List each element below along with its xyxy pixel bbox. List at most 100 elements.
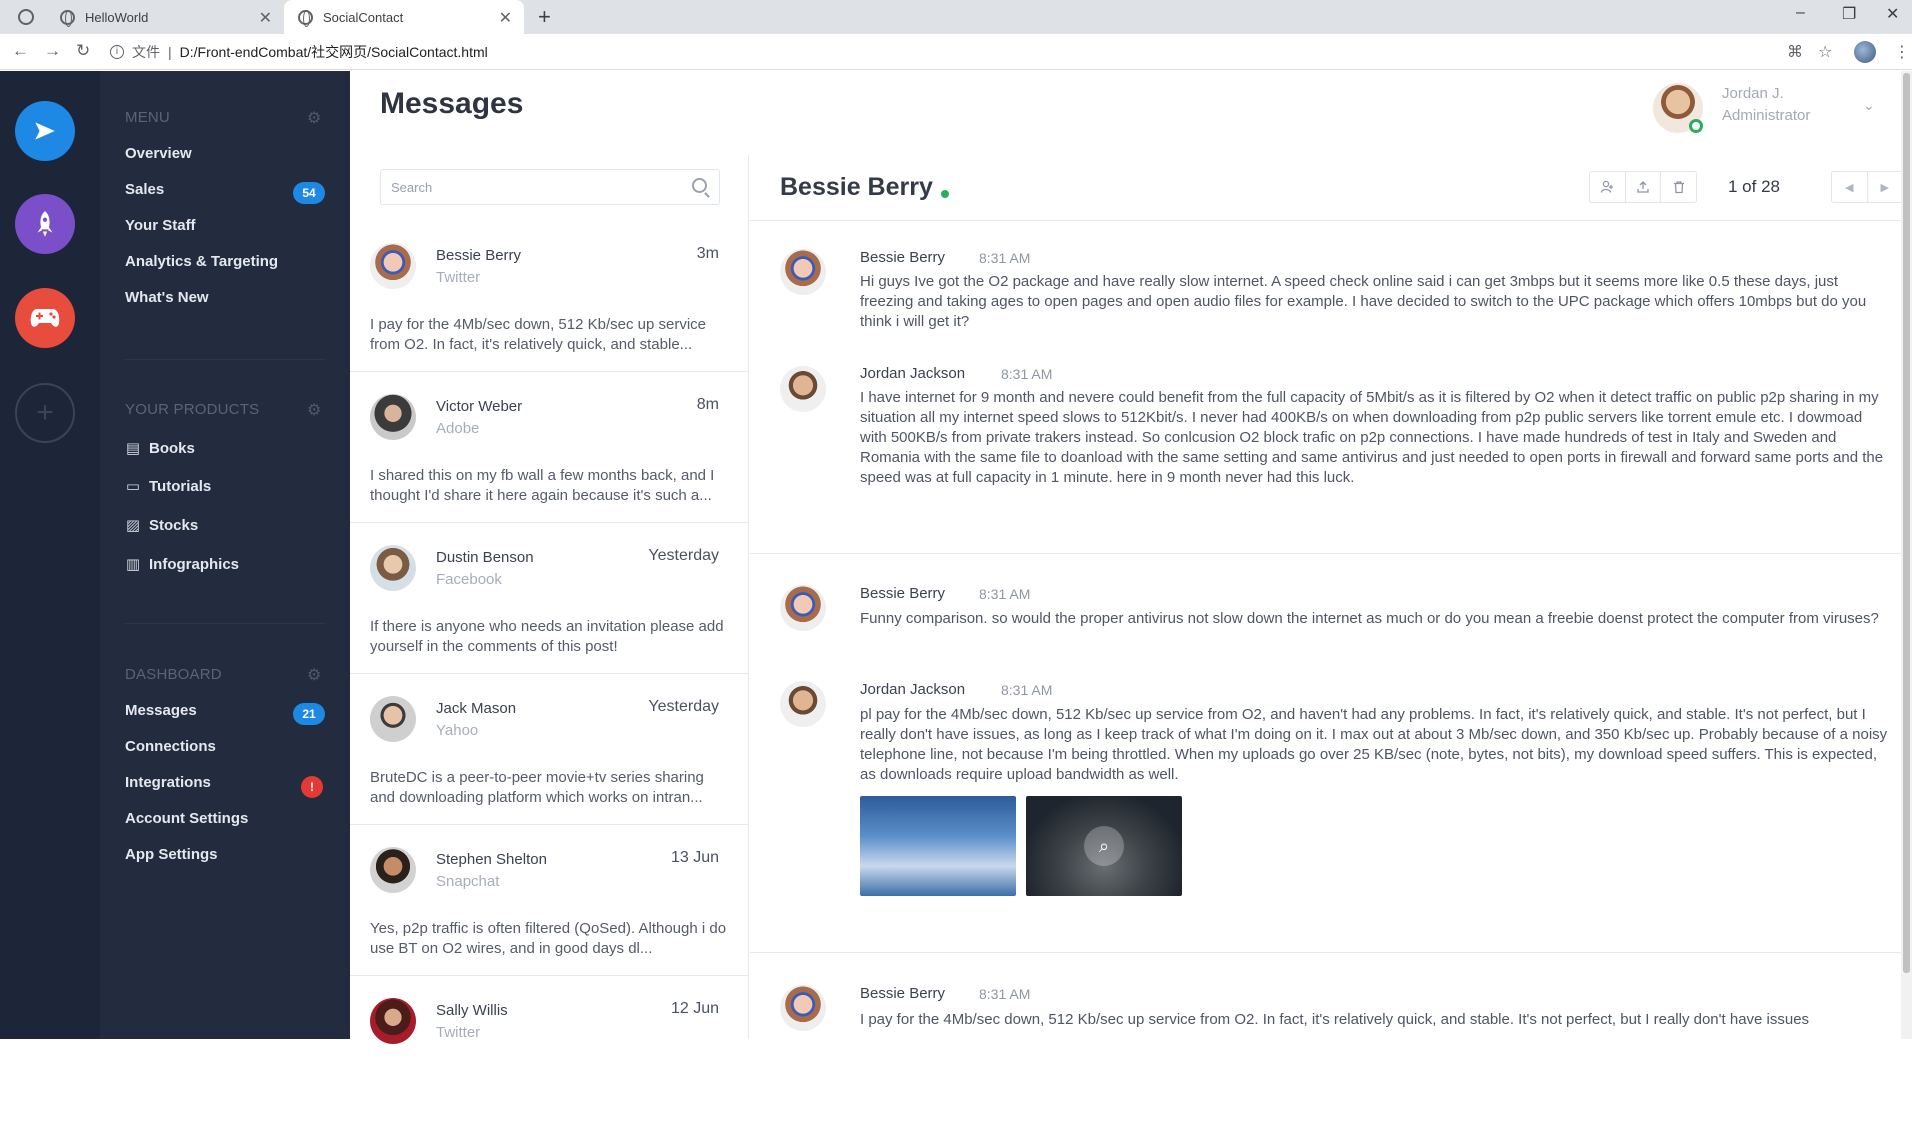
sidebar-item-label: What's New	[125, 289, 209, 306]
list-item[interactable]: Jack Mason Yahoo Yesterday BruteDC is a …	[350, 674, 749, 825]
forward-arrow-icon[interactable]: →	[44, 41, 61, 61]
sidebar-item-app-settings[interactable]: App Settings	[125, 846, 218, 863]
browser-menu-icon[interactable]	[18, 9, 34, 25]
list-item[interactable]: Sally Willis Twitter 12 Jun	[350, 976, 749, 1127]
gear-icon[interactable]: ⚙	[307, 665, 321, 685]
reload-icon[interactable]: ↻	[76, 41, 90, 61]
plus-icon[interactable]: +	[15, 383, 75, 443]
info-icon[interactable]: i	[110, 45, 124, 59]
message-time: 13 Jun	[670, 849, 719, 866]
gamepad-icon[interactable]	[15, 288, 75, 348]
browser-tab-helloworld[interactable]: HelloWorld ✕	[46, 0, 284, 34]
sidebar-item-label: Account Settings	[125, 810, 249, 827]
sidebar-item-infographics[interactable]: ▥ Infographics	[125, 555, 239, 574]
message-time: Yesterday	[648, 698, 719, 715]
rocket-icon[interactable]	[15, 194, 75, 254]
gear-icon[interactable]: ⚙	[307, 108, 321, 128]
sidebar-item-connections[interactable]: Connections	[125, 738, 216, 755]
globe-icon	[298, 9, 313, 27]
post-time: 8:31 AM	[979, 250, 1031, 266]
send-icon[interactable]	[15, 101, 75, 161]
messages-count-badge: 21	[293, 703, 325, 725]
restore-button[interactable]: ❐	[1842, 4, 1856, 24]
sender-name: Dustin Benson	[436, 549, 534, 566]
more-options-icon[interactable]: ⋮	[1894, 42, 1910, 62]
sidebar-item-stocks[interactable]: ▨ Stocks	[125, 516, 199, 535]
attachment-image[interactable]	[860, 796, 1016, 896]
message-preview: If there is anyone who needs an invitati…	[370, 618, 724, 655]
sidebar-item-integrations[interactable]: Integrations	[125, 774, 211, 791]
user-menu[interactable]: Jordan J. Administrator ⌄	[1653, 83, 1883, 139]
list-item[interactable]: Dustin Benson Facebook Yesterday If ther…	[350, 523, 749, 674]
globe-icon	[60, 9, 75, 27]
window-close-button[interactable]: ✕	[1886, 4, 1899, 24]
upload-icon[interactable]	[1626, 172, 1662, 202]
sidebar-item-account-settings[interactable]: Account Settings	[125, 810, 248, 827]
list-item[interactable]: Bessie Berry Twitter 3m I pay for the 4M…	[350, 221, 749, 372]
app: + MENU ⚙ Overview Sales 54 Your Staff An…	[0, 71, 1912, 1044]
sidebar-item-whats-new[interactable]: What's New	[125, 289, 209, 306]
post-text: I pay for the 4Mb/sec down, 512 Kb/sec u…	[860, 1011, 1810, 1028]
video-icon: ▭	[125, 478, 141, 495]
online-status-dot	[1689, 119, 1703, 133]
bar-chart-icon: ▥	[125, 556, 141, 573]
sidebar-item-your-staff[interactable]: Your Staff	[125, 217, 196, 234]
sidebar-item-sales[interactable]: Sales	[125, 181, 164, 198]
online-status-dot	[941, 190, 949, 198]
scrollbar-thumb[interactable]	[1903, 73, 1910, 973]
url-separator: |	[168, 44, 172, 60]
post-author: Bessie Berry	[860, 585, 946, 602]
message-time: 8m	[696, 396, 719, 413]
url-field[interactable]: i 文件 | D:/Front-endCombat/社交网页/SocialCon…	[110, 39, 1652, 65]
sidebar-item-messages[interactable]: Messages	[125, 702, 197, 719]
chevron-down-icon[interactable]: ⌄	[1863, 97, 1875, 114]
page-counter: 1 of 28	[1728, 177, 1780, 196]
scrollbar[interactable]	[1901, 71, 1912, 1039]
translate-icon[interactable]: ⌘	[1787, 42, 1803, 62]
avatar	[370, 545, 416, 591]
message-time: 12 Jun	[670, 1000, 719, 1017]
chevron-left-icon[interactable]: ◀	[1832, 172, 1868, 202]
sidebar-item-overview[interactable]: Overview	[125, 145, 192, 162]
avatar	[370, 847, 416, 893]
bookmark-star-icon[interactable]: ☆	[1818, 42, 1832, 62]
sidebar-item-label: Messages	[125, 702, 197, 719]
avatar	[780, 985, 826, 1031]
profile-avatar[interactable]	[1854, 41, 1876, 63]
sidebar-item-label: Books	[149, 439, 195, 457]
sender-name: Stephen Shelton	[436, 851, 547, 868]
post-divider	[750, 553, 1912, 554]
minimize-button[interactable]: –	[1796, 4, 1805, 22]
close-icon[interactable]: ✕	[259, 8, 272, 28]
products-section-title: YOUR PRODUCTS	[125, 401, 260, 418]
list-item[interactable]: Victor Weber Adobe 8m I shared this on m…	[350, 372, 749, 523]
chevron-right-icon[interactable]: ▶	[1868, 172, 1903, 202]
gear-icon[interactable]: ⚙	[307, 400, 321, 420]
close-icon[interactable]: ✕	[499, 8, 512, 28]
sidebar-item-books[interactable]: ▤ Books	[125, 439, 195, 458]
sender-name: Victor Weber	[436, 398, 523, 415]
search-icon[interactable]	[692, 178, 707, 193]
address-bar: ← → ↻ i 文件 | D:/Front-endCombat/社交网页/Soc…	[0, 34, 1912, 70]
sender-name: Bessie Berry	[436, 247, 522, 264]
trash-icon[interactable]	[1661, 172, 1696, 202]
integrations-alert-badge: !	[301, 776, 323, 798]
browser-tab-socialcontact[interactable]: SocialContact ✕	[284, 0, 524, 34]
post-time: 8:31 AM	[979, 586, 1031, 602]
add-user-icon[interactable]	[1590, 172, 1626, 202]
attachment-image[interactable]: ⌕	[1026, 796, 1182, 896]
post-time: 8:31 AM	[1001, 366, 1053, 382]
sidebar-item-analytics[interactable]: Analytics & Targeting	[125, 253, 278, 270]
message-preview: BruteDC is a peer-to-peer movie+tv serie…	[370, 769, 704, 806]
sidebar-divider	[125, 359, 325, 360]
back-arrow-icon[interactable]: ←	[12, 41, 29, 61]
avatar	[780, 585, 826, 631]
list-item[interactable]: Stephen Shelton Snapchat 13 Jun Yes, p2p…	[350, 825, 749, 976]
new-tab-button[interactable]: +	[538, 4, 551, 30]
search-input[interactable]: Search	[380, 169, 720, 205]
zoom-icon[interactable]: ⌕	[1084, 826, 1124, 866]
sidebar-item-label: Stocks	[149, 516, 199, 534]
tab-title: SocialContact	[323, 9, 404, 25]
avatar	[780, 366, 826, 412]
sidebar-item-tutorials[interactable]: ▭ Tutorials	[125, 477, 211, 496]
